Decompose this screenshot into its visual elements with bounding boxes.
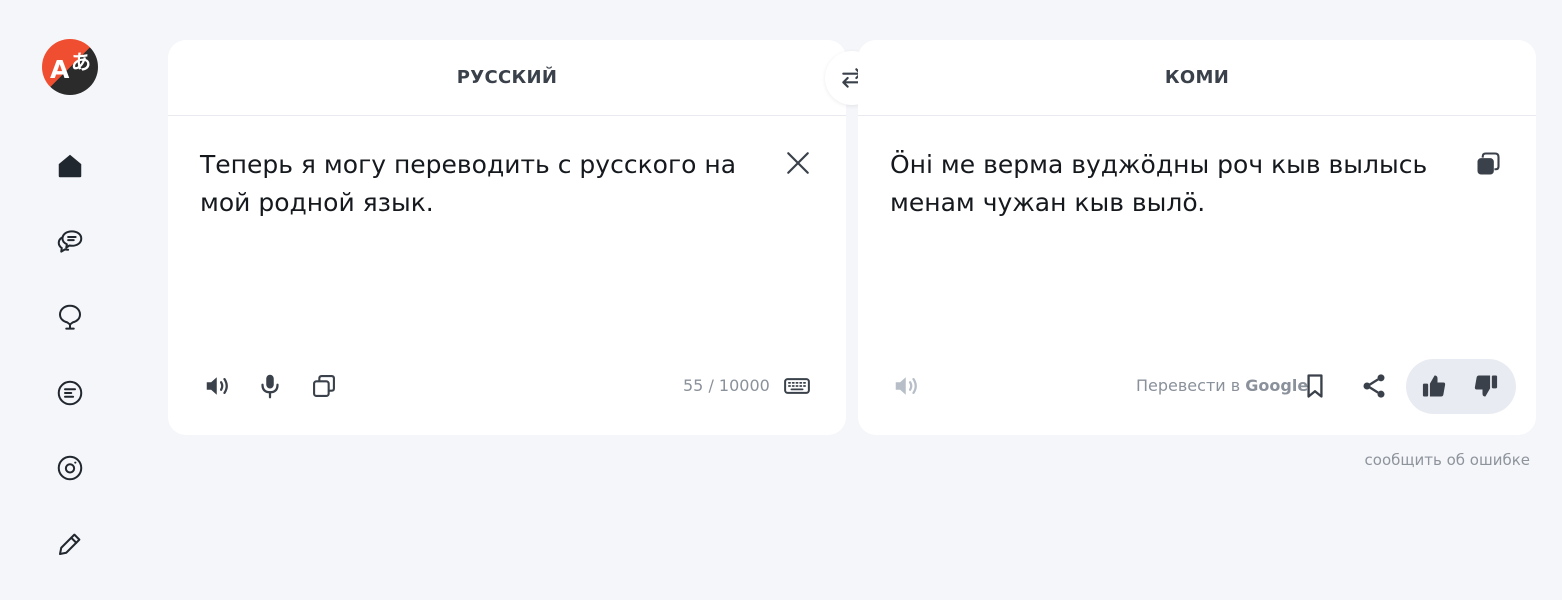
target-panel: КОМИ Öні ме верма вуджöдны роч кыв вылыс… <box>858 40 1536 435</box>
logo-letter-a: A <box>50 55 70 84</box>
copy-icon <box>1477 152 1500 175</box>
sidebar-item-edit[interactable] <box>50 524 90 564</box>
close-icon <box>787 152 809 174</box>
lightbulb-icon <box>59 304 81 330</box>
logo-letter-b: あ <box>71 50 91 74</box>
sidebar-item-documents[interactable] <box>50 373 90 413</box>
target-copy-button[interactable] <box>1470 146 1506 182</box>
sidebar-item-home[interactable] <box>50 146 90 186</box>
sidebar-item-lightbulb[interactable] <box>50 297 90 337</box>
pencil-icon <box>59 533 81 555</box>
sidebar-item-chat[interactable] <box>50 222 90 262</box>
home-icon <box>58 154 82 178</box>
sidebar-item-camera[interactable] <box>50 448 90 488</box>
target-language-selector[interactable]: КОМИ <box>858 40 1536 116</box>
thumbs-down-icon <box>1474 375 1498 397</box>
app-logo[interactable]: A あ <box>42 39 98 95</box>
share-button[interactable] <box>1356 368 1392 404</box>
thumbs-up-icon <box>1422 375 1446 397</box>
translate-in-google-link[interactable]: Перевести в Google <box>1136 376 1308 395</box>
source-text-input[interactable]: Теперь я могу переводить с русского на м… <box>200 146 740 222</box>
microphone-icon <box>261 374 279 399</box>
source-language-label: РУССКИЙ <box>456 67 558 88</box>
thumbs-up-button[interactable] <box>1416 368 1452 404</box>
google-link-prefix: Перевести в <box>1136 376 1246 395</box>
source-listen-button[interactable] <box>200 368 236 404</box>
source-panel: РУССКИЙ Теперь я могу переводить с русск… <box>168 40 846 435</box>
keyboard-icon <box>784 378 810 394</box>
target-language-label: КОМИ <box>1164 67 1230 88</box>
bookmark-button[interactable] <box>1297 368 1333 404</box>
thumbs-down-button[interactable] <box>1468 368 1504 404</box>
translation-output: Öні ме верма вуджöдны роч кыв вылысь мен… <box>890 150 1428 217</box>
bookmark-icon <box>1307 374 1323 398</box>
target-listen-button[interactable] <box>889 368 925 404</box>
character-counter: 55 / 10000 <box>683 376 770 395</box>
rating-group <box>1406 359 1516 414</box>
speaker-icon <box>206 377 228 395</box>
sidebar: A あ <box>0 0 140 600</box>
clear-text-button[interactable] <box>780 145 816 181</box>
report-error-link[interactable]: сообщить об ошибке <box>1365 451 1530 469</box>
source-copy-button[interactable] <box>306 368 342 404</box>
source-language-selector[interactable]: РУССКИЙ <box>168 40 846 116</box>
copy-icon <box>313 375 335 397</box>
camera-icon <box>57 455 83 481</box>
voice-input-button[interactable] <box>252 368 288 404</box>
virtual-keyboard-button[interactable] <box>779 368 815 404</box>
document-icon <box>57 380 83 406</box>
speaker-icon <box>895 377 917 395</box>
chat-bubbles-icon <box>57 230 83 253</box>
share-icon <box>1363 374 1385 398</box>
